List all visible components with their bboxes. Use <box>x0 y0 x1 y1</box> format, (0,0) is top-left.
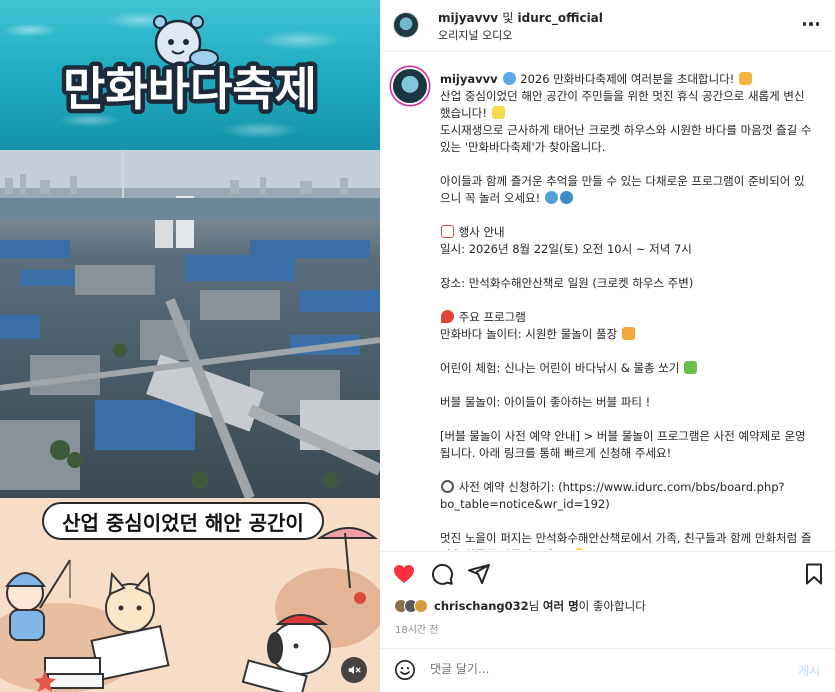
post-actions <box>380 551 835 595</box>
wave-emoji-icon <box>502 72 516 85</box>
post-panel: mijyavvv 및 idurc_official 오리지널 오디오 mijya… <box>380 0 835 692</box>
comment-input[interactable] <box>430 662 750 676</box>
comment-bar: 게시 <box>380 648 835 692</box>
caption-avatar[interactable] <box>393 69 427 103</box>
more-icon <box>802 22 820 26</box>
fish-emoji-icon <box>559 191 573 204</box>
caption-line: 2026 만화바다축제에 여러분을 초대합니다! <box>520 72 735 86</box>
post-authors: mijyavvv 및 idurc_official <box>438 9 603 26</box>
author-username-2[interactable]: idurc_official <box>518 11 603 25</box>
water-gun-emoji-icon <box>684 361 698 374</box>
festival-title-art: 만화바다축제 만화바다축제 <box>59 15 321 121</box>
heart-icon[interactable] <box>392 562 416 586</box>
caption-username[interactable]: mijyavvv <box>440 72 498 86</box>
caption-line: 주요 프로그램 <box>458 310 526 324</box>
festival-title-text: 만화바다축제 <box>63 62 317 116</box>
link-emoji-icon <box>441 480 454 493</box>
audio-label[interactable]: 오리지널 오디오 <box>438 27 512 43</box>
pin-emoji-icon <box>441 310 454 323</box>
caption-line: [버블 물놀이 사전 예약 안내] > 버블 물놀이 프로그램은 사전 예약제로… <box>440 429 806 460</box>
liker-avatar <box>414 599 428 613</box>
comment-icon[interactable] <box>430 562 454 586</box>
post-caption: mijyavvv 2026 만화바다축제에 여러분을 초대합니다! 산업 중심이… <box>440 71 812 550</box>
post-media[interactable]: 만화바다축제 만화바다축제 산업 중심이었던 해안 공간이 <box>0 0 380 692</box>
authors-connector: 및 <box>502 11 514 25</box>
liker-username[interactable]: chrischang032 <box>434 599 529 613</box>
caption-line: 행사 안내 <box>458 225 505 239</box>
party-emoji-icon <box>739 72 753 85</box>
mute-button[interactable] <box>341 657 367 683</box>
aerial-city-photo <box>0 150 380 500</box>
caption-line: 멋진 노을이 퍼지는 만석화수해안산책로에서 가족, 친구들과 함께 만화처럼 … <box>440 531 812 550</box>
caption-line: 아이들과 함께 즐거운 추억을 만들 수 있는 다채로운 프로그램이 준비되어 … <box>440 174 805 205</box>
post-comment-button[interactable]: 게시 <box>798 662 820 679</box>
heart-emoji-icon <box>572 548 586 550</box>
caption-link-line[interactable]: 사전 예약 신청하기: (https://www.idurc.com/bbs/b… <box>440 480 785 511</box>
likes-text: chrischang032님 여러 명이 좋아합니다 <box>434 599 646 613</box>
caption-line: 도시재생으로 근사하게 태어난 크로켓 하우스와 시원한 바다를 마음껏 즐길 … <box>440 123 812 154</box>
caption-line: 일시: 2026년 8월 22일(토) 오전 10시 ~ 저녁 7시 <box>440 242 692 256</box>
mascot-illustration <box>153 15 219 67</box>
more-options-button[interactable] <box>798 14 824 34</box>
post-header: mijyavvv 및 idurc_official 오리지널 오디오 <box>380 0 835 52</box>
author-avatar[interactable] <box>393 12 419 38</box>
caption-line: 만화바다 놀이터: 시원한 물놀이 풀장 <box>440 327 618 341</box>
caption-line: 어린이 체험: 신나는 어린이 바다낚시 & 물총 쏘기 <box>440 361 680 375</box>
bookmark-icon[interactable] <box>802 562 826 586</box>
emoji-icon[interactable] <box>394 659 416 681</box>
post-caption-area: mijyavvv 2026 만화바다축제에 여러분을 초대합니다! 산업 중심이… <box>380 53 835 550</box>
post-timestamp[interactable]: 18시간 전 <box>395 621 439 636</box>
author-username-1[interactable]: mijyavvv <box>438 11 498 25</box>
likes-others[interactable]: 여러 명 <box>543 599 579 613</box>
likes-summary[interactable]: chrischang032님 여러 명이 좋아합니다 <box>394 598 646 614</box>
mute-icon <box>348 665 361 675</box>
video-caption: 산업 중심이었던 해안 공간이 <box>42 502 324 540</box>
calendar-emoji-icon <box>441 225 454 238</box>
fish-emoji-icon <box>544 191 558 204</box>
sparkle-emoji-icon <box>491 106 505 119</box>
caption-line: 장소: 만석화수해안산책로 일원 (크로켓 하우스 주변) <box>440 276 694 290</box>
caption-line: 버블 물놀이: 아이들이 좋아하는 버블 파티 ! <box>440 395 651 409</box>
share-icon[interactable] <box>467 562 491 586</box>
pool-emoji-icon <box>621 327 635 340</box>
